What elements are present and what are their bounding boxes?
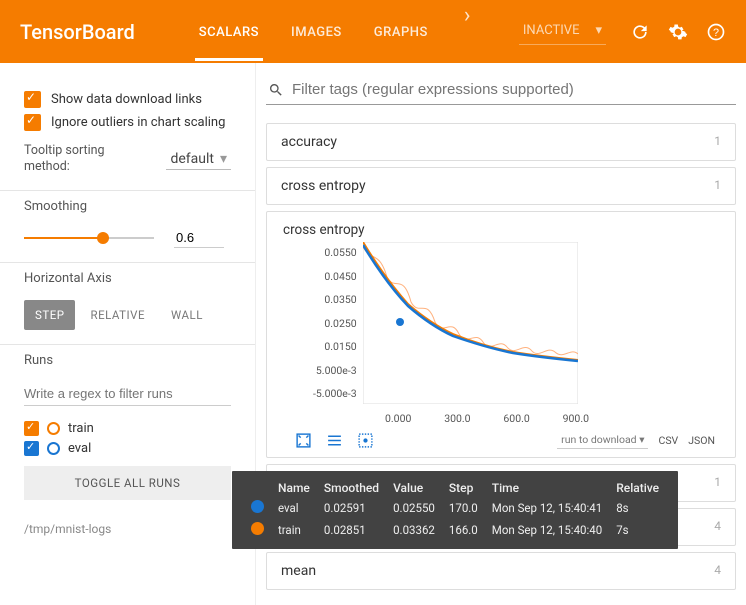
hover-tooltip: NameSmoothedValueStepTimeRelative eval0.… [232,471,678,549]
x-axis-labels: 0.000300.0600.0900.0 [267,408,597,427]
runs-filter-input[interactable] [24,382,231,406]
card-count: 1 [714,134,721,150]
tab-scalars[interactable]: SCALARS [195,3,263,61]
y-axis-labels: 0.05500.04500.03500.02500.01505.000e-3-5… [273,242,363,404]
card-title: mean [281,563,316,579]
reset-zoom-icon[interactable] [357,432,374,449]
checkbox-icon [24,91,41,108]
svg-text:?: ? [713,27,719,39]
opt-download-links[interactable]: Show data download links [24,91,231,108]
run-label: train [68,421,94,436]
search-icon [268,82,284,98]
toggle-all-runs-button[interactable]: TOGGLE ALL RUNS [24,466,231,500]
sidebar: Show data download links Ignore outliers… [0,63,256,605]
card-count: 4 [714,563,721,579]
run-color-icon [47,442,60,455]
run-color-icon [47,422,60,435]
tooltip-sort-label: Tooltip sorting method: [24,143,134,176]
logo: TensorBoard [20,20,135,44]
run-checkbox[interactable] [24,421,39,436]
chart-title: cross entropy [267,212,735,242]
tooltip-sort-value: default [170,151,214,167]
tooltip-row: eval0.025910.02550170.0Mon Sep 12, 15:40… [244,497,666,519]
checkbox-icon [24,114,41,131]
card-title: cross entropy [281,178,366,194]
run-label: eval [68,441,91,456]
series-dot-icon [251,500,264,513]
header-icons: ? [630,22,726,42]
logdir-path: /tmp/mnist-logs [0,514,255,544]
card-title: accuracy [281,134,337,150]
tab-images[interactable]: IMAGES [287,3,346,61]
run-checkbox[interactable] [24,441,39,456]
run-download-select[interactable]: run to download ▾ [557,431,648,449]
axis-step-button[interactable]: STEP [24,300,75,330]
tooltip-row: train0.028510.03362166.0Mon Sep 12, 15:4… [244,519,666,541]
download-json[interactable]: JSON [688,434,715,447]
run-row-eval[interactable]: eval [24,441,231,456]
smoothing-slider[interactable] [24,236,154,240]
tag-search [266,77,736,105]
tabs-next-icon[interactable]: › [456,3,479,61]
runs-title: Runs [24,353,231,368]
gear-icon[interactable] [668,22,688,42]
card-count: 4 [714,519,721,535]
card-count: 1 [714,475,721,491]
card-count: 1 [714,178,721,194]
axis-title: Horizontal Axis [24,271,231,286]
download-csv[interactable]: CSV [658,434,678,447]
smoothing-title: Smoothing [24,199,231,214]
nav-tabs: SCALARS IMAGES GRAPHS › [195,3,519,61]
status-label: INACTIVE [523,23,580,38]
chart-card-cross-entropy: cross entropy 0.05500.04500.03500.02500.… [266,211,736,458]
series-dot-icon [251,522,264,535]
opt-ignore-outliers[interactable]: Ignore outliers in chart scaling [24,114,231,131]
dropdown-arrow-icon: ▾ [220,151,227,167]
card-mean[interactable]: mean 4 [266,552,736,590]
status-dropdown[interactable]: INACTIVE ▾ [519,19,606,45]
highlight-point [396,318,404,326]
card-cross-entropy-head[interactable]: cross entropy 1 [266,167,736,205]
tooltip-sort-select[interactable]: default ▾ [166,149,231,170]
tab-graphs[interactable]: GRAPHS [370,3,432,61]
opt-download-label: Show data download links [51,92,202,107]
chart-plot[interactable] [363,242,578,404]
app-header: TensorBoard SCALARS IMAGES GRAPHS › INAC… [0,0,746,63]
axis-wall-button[interactable]: WALL [160,300,214,330]
opt-outliers-label: Ignore outliers in chart scaling [51,115,225,130]
smoothing-input[interactable] [174,228,224,248]
axes-toggle-icon[interactable] [326,432,343,449]
tag-search-input[interactable] [292,81,734,98]
axis-relative-button[interactable]: RELATIVE [79,300,156,330]
card-accuracy[interactable]: accuracy 1 [266,123,736,161]
help-icon[interactable]: ? [706,22,726,42]
refresh-icon[interactable] [630,22,650,42]
run-row-train[interactable]: train [24,421,231,436]
expand-icon[interactable] [295,432,312,449]
dropdown-arrow-icon: ▾ [595,23,602,38]
